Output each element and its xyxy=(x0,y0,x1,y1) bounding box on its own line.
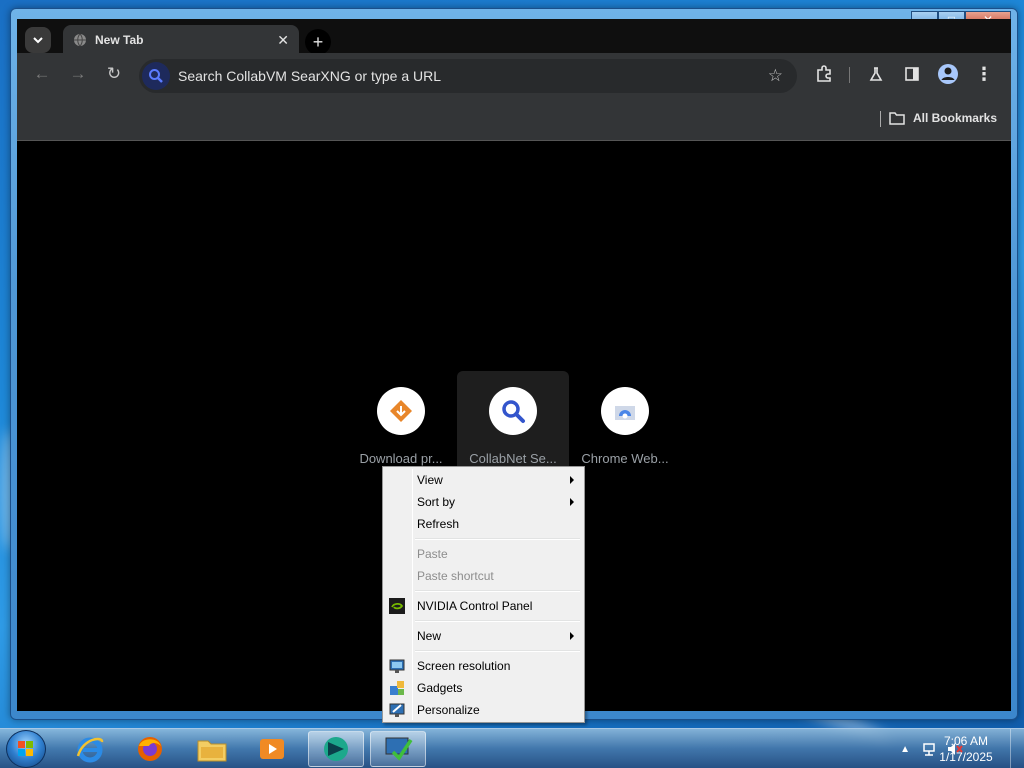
tab-title: New Tab xyxy=(95,33,144,47)
menu-item-screen-resolution[interactable]: Screen resolution xyxy=(385,655,582,677)
shortcut-tile-chrome-web-store[interactable]: Chrome Web... xyxy=(569,371,681,475)
labs-flask-icon[interactable] xyxy=(865,63,887,85)
forward-button[interactable]: → xyxy=(67,63,89,85)
submenu-arrow-icon xyxy=(570,632,574,640)
menu-item-paste-shortcut: Paste shortcut xyxy=(417,569,494,583)
shortcut-label: CollabNet Se... xyxy=(469,451,557,466)
shortcut-label: Chrome Web... xyxy=(581,451,669,466)
clock-time: 7:06 AM xyxy=(943,734,989,748)
start-button[interactable] xyxy=(6,730,46,768)
taskbar-internet-explorer[interactable] xyxy=(62,731,118,767)
firefox-icon xyxy=(138,737,162,761)
extensions-icon[interactable] xyxy=(813,63,835,85)
tab-search-button[interactable] xyxy=(25,27,51,53)
tab-strip: New Tab ✕ + xyxy=(17,19,1011,55)
menu-item-personalize[interactable]: Personalize xyxy=(385,699,582,721)
tab-new-tab[interactable]: New Tab ✕ xyxy=(63,25,299,55)
folder-icon xyxy=(889,112,905,125)
personalize-icon xyxy=(389,703,405,717)
toolbar-divider xyxy=(849,67,850,83)
desktop-context-menu: View Sort by Refresh Paste Paste shortcu… xyxy=(382,466,585,723)
submenu-arrow-icon xyxy=(570,476,574,484)
taskbar-personalization[interactable] xyxy=(370,731,426,767)
search-icon xyxy=(149,69,163,83)
toolbar: ← → ↻ Search CollabVM SearXNG or type a … xyxy=(17,53,1011,95)
menu-separator xyxy=(385,617,582,625)
nvidia-icon xyxy=(389,598,405,614)
menu-separator xyxy=(385,535,582,543)
new-tab-button[interactable]: + xyxy=(305,29,331,55)
browser-app-icon xyxy=(324,737,348,761)
chrome-web-store-icon xyxy=(601,387,649,435)
all-bookmarks-button[interactable]: All Bookmarks xyxy=(889,111,997,125)
menu-item-nvidia-control-panel[interactable]: NVIDIA Control Panel xyxy=(385,595,582,617)
internet-explorer-icon xyxy=(76,737,104,763)
gadgets-icon xyxy=(390,681,404,695)
screen-resolution-icon xyxy=(389,659,405,673)
menu-item-paste: Paste xyxy=(417,547,448,561)
menu-item-gadgets[interactable]: Gadgets xyxy=(385,677,582,699)
globe-icon xyxy=(74,33,86,47)
menu-separator xyxy=(385,647,582,655)
media-player-icon xyxy=(260,739,284,759)
download-diamond-icon xyxy=(377,387,425,435)
menu-item-view[interactable]: View xyxy=(385,469,582,491)
tray-expand-icon[interactable]: ▲ xyxy=(900,744,910,755)
taskbar-file-explorer[interactable] xyxy=(184,731,240,767)
search-engine-icon xyxy=(142,62,170,90)
taskbar-firefox[interactable] xyxy=(122,731,178,767)
chevron-down-icon xyxy=(33,37,43,44)
side-panel-icon[interactable] xyxy=(901,63,923,85)
menu-separator xyxy=(385,587,582,595)
bookmarks-bar: All Bookmarks xyxy=(17,95,1011,141)
tab-close-icon[interactable]: ✕ xyxy=(277,32,289,49)
shortcut-label: Download pr... xyxy=(359,451,443,466)
back-button[interactable]: ← xyxy=(31,63,53,85)
windows-logo-icon xyxy=(18,741,33,756)
profile-avatar-icon[interactable] xyxy=(937,63,959,85)
bookmarks-separator xyxy=(880,111,881,127)
taskbar-chrome-active[interactable] xyxy=(308,731,364,767)
shortcut-tile-collabnet[interactable]: CollabNet Se... xyxy=(457,371,569,475)
reload-button[interactable]: ↻ xyxy=(103,63,125,85)
taskbar-media-player[interactable] xyxy=(244,731,300,767)
show-desktop-button[interactable] xyxy=(1010,729,1024,768)
bookmark-star-icon[interactable]: ☆ xyxy=(768,66,783,86)
clock-date: 1/17/2025 xyxy=(939,750,993,764)
taskbar: ▲ 7:06 AM 1/17/2025 xyxy=(0,728,1024,768)
omnibox[interactable]: Search CollabVM SearXNG or type a URL ☆ xyxy=(139,59,797,93)
submenu-arrow-icon xyxy=(570,498,574,506)
omnibox-placeholder: Search CollabVM SearXNG or type a URL xyxy=(178,68,441,84)
menu-item-refresh[interactable]: Refresh xyxy=(385,513,582,535)
more-menu-icon[interactable]: ⋮ xyxy=(973,63,995,85)
menu-item-sort-by[interactable]: Sort by xyxy=(385,491,582,513)
personalize-icon xyxy=(385,737,413,761)
search-icon xyxy=(489,387,537,435)
all-bookmarks-label: All Bookmarks xyxy=(912,111,997,125)
folder-icon xyxy=(197,740,227,762)
taskbar-clock[interactable]: 7:06 AM 1/17/2025 xyxy=(926,733,1006,765)
shortcut-tile-download[interactable]: Download pr... xyxy=(345,371,457,475)
menu-item-new[interactable]: New xyxy=(385,625,582,647)
